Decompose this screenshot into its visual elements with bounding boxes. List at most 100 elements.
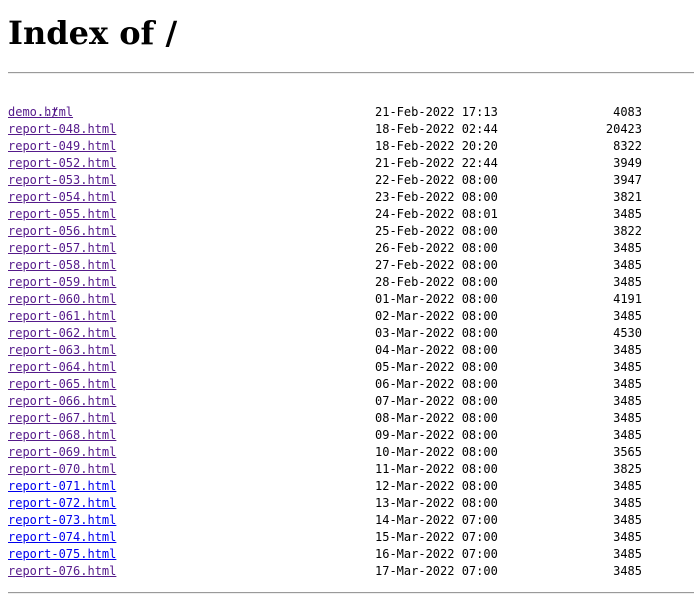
file-row: report-058.html 27-Feb-2022 08:00 3485 — [8, 257, 694, 274]
file-size: 3485 — [613, 309, 642, 323]
file-row: report-072.html 13-Mar-2022 08:00 3485 — [8, 495, 694, 512]
file-date: 16-Mar-2022 07:00 — [375, 547, 498, 561]
file-date: 04-Mar-2022 08:00 — [375, 343, 498, 357]
file-row: demo.html 21-Feb-2022 17:13 4083 — [8, 104, 694, 121]
file-link[interactable]: report-060.html — [8, 292, 116, 306]
file-link[interactable]: report-061.html — [8, 309, 116, 323]
file-row: report-053.html 22-Feb-2022 08:00 3947 — [8, 172, 694, 189]
file-link[interactable]: report-075.html — [8, 547, 116, 561]
file-link[interactable]: report-059.html — [8, 275, 116, 289]
file-date: 14-Mar-2022 07:00 — [375, 513, 498, 527]
file-size: 3485 — [613, 496, 642, 510]
file-date: 23-Feb-2022 08:00 — [375, 190, 498, 204]
file-size: 3485 — [613, 360, 642, 374]
file-row: report-070.html 11-Mar-2022 08:00 3825 — [8, 461, 694, 478]
file-size: 3822 — [613, 224, 642, 238]
file-date: 10-Mar-2022 08:00 — [375, 445, 498, 459]
file-date: 25-Feb-2022 08:00 — [375, 224, 498, 238]
file-link[interactable]: report-074.html — [8, 530, 116, 544]
file-link[interactable]: report-055.html — [8, 207, 116, 221]
file-date: 21-Feb-2022 17:13 — [375, 105, 498, 119]
file-date: 26-Feb-2022 08:00 — [375, 241, 498, 255]
file-row: report-057.html 26-Feb-2022 08:00 3485 — [8, 240, 694, 257]
file-link[interactable]: report-066.html — [8, 394, 116, 408]
file-row: report-061.html 02-Mar-2022 08:00 3485 — [8, 308, 694, 325]
file-size: 4530 — [613, 326, 642, 340]
file-row: report-063.html 04-Mar-2022 08:00 3485 — [8, 342, 694, 359]
file-link[interactable]: report-068.html — [8, 428, 116, 442]
file-link[interactable]: demo.html — [8, 105, 73, 119]
file-date: 24-Feb-2022 08:01 — [375, 207, 498, 221]
file-date: 11-Mar-2022 08:00 — [375, 462, 498, 476]
page-title: Index of / — [8, 14, 178, 52]
file-date: 18-Feb-2022 02:44 — [375, 122, 498, 136]
file-link[interactable]: report-070.html — [8, 462, 116, 476]
file-size: 3485 — [613, 428, 642, 442]
file-size: 3485 — [613, 275, 642, 289]
file-link[interactable]: report-057.html — [8, 241, 116, 255]
file-link[interactable]: report-048.html — [8, 122, 116, 136]
file-size: 3485 — [613, 547, 642, 561]
file-size: 3485 — [613, 564, 642, 578]
divider-bottom — [8, 592, 694, 594]
file-size: 3485 — [613, 530, 642, 544]
file-row: report-065.html 06-Mar-2022 08:00 3485 — [8, 376, 694, 393]
file-size: 3821 — [613, 190, 642, 204]
file-row: report-064.html 05-Mar-2022 08:00 3485 — [8, 359, 694, 376]
file-rows: demo.html 21-Feb-2022 17:13 4083 report-048… — [8, 104, 694, 580]
file-row: report-060.html 01-Mar-2022 08:00 4191 — [8, 291, 694, 308]
file-link[interactable]: report-073.html — [8, 513, 116, 527]
file-link[interactable]: report-069.html — [8, 445, 116, 459]
file-row: report-062.html 03-Mar-2022 08:00 4530 — [8, 325, 694, 342]
file-size: 3485 — [613, 411, 642, 425]
file-date: 05-Mar-2022 08:00 — [375, 360, 498, 374]
file-link[interactable]: report-058.html — [8, 258, 116, 272]
file-row: report-073.html 14-Mar-2022 07:00 3485 — [8, 512, 694, 529]
file-row: report-048.html 18-Feb-2022 02:44 20423 — [8, 121, 694, 138]
file-size: 3485 — [613, 394, 642, 408]
file-row: report-052.html 21-Feb-2022 22:44 3949 — [8, 155, 694, 172]
file-size: 3825 — [613, 462, 642, 476]
file-size: 20423 — [605, 122, 642, 136]
file-link[interactable]: report-065.html — [8, 377, 116, 391]
file-link[interactable]: report-071.html — [8, 479, 116, 493]
file-size: 3485 — [613, 207, 642, 221]
file-size: 3485 — [613, 513, 642, 527]
file-link[interactable]: report-062.html — [8, 326, 116, 340]
file-link[interactable]: report-076.html — [8, 564, 116, 578]
file-date: 22-Feb-2022 08:00 — [375, 173, 498, 187]
file-date: 09-Mar-2022 08:00 — [375, 428, 498, 442]
file-link[interactable]: report-053.html — [8, 173, 116, 187]
file-size: 3947 — [613, 173, 642, 187]
file-size: 8322 — [613, 139, 642, 153]
file-link[interactable]: report-064.html — [8, 360, 116, 374]
file-date: 13-Mar-2022 08:00 — [375, 496, 498, 510]
file-row: report-055.html 24-Feb-2022 08:01 3485 — [8, 206, 694, 223]
file-row: report-075.html 16-Mar-2022 07:00 3485 — [8, 546, 694, 563]
file-link[interactable]: report-067.html — [8, 411, 116, 425]
file-size: 3485 — [613, 258, 642, 272]
file-link[interactable]: report-049.html — [8, 139, 116, 153]
file-row: report-069.html 10-Mar-2022 08:00 3565 — [8, 444, 694, 461]
file-link[interactable]: report-056.html — [8, 224, 116, 238]
file-link[interactable]: report-054.html — [8, 190, 116, 204]
file-date: 15-Mar-2022 07:00 — [375, 530, 498, 544]
file-row: report-066.html 07-Mar-2022 08:00 3485 — [8, 393, 694, 410]
file-size: 3485 — [613, 343, 642, 357]
file-row: report-071.html 12-Mar-2022 08:00 3485 — [8, 478, 694, 495]
file-size: 3565 — [613, 445, 642, 459]
file-date: 01-Mar-2022 08:00 — [375, 292, 498, 306]
file-listing: ../ demo.html 21-Feb-2022 17:13 4083 report… — [8, 87, 694, 580]
file-link[interactable]: report-052.html — [8, 156, 116, 170]
file-link[interactable]: report-063.html — [8, 343, 116, 357]
file-row: report-059.html 28-Feb-2022 08:00 3485 — [8, 274, 694, 291]
file-link[interactable]: report-072.html — [8, 496, 116, 510]
file-date: 03-Mar-2022 08:00 — [375, 326, 498, 340]
file-size: 4083 — [613, 105, 642, 119]
file-row: report-067.html 08-Mar-2022 08:00 3485 — [8, 410, 694, 427]
file-row: report-054.html 23-Feb-2022 08:00 3821 — [8, 189, 694, 206]
file-row: report-049.html 18-Feb-2022 20:20 8322 — [8, 138, 694, 155]
file-row: report-076.html 17-Mar-2022 07:00 3485 — [8, 563, 694, 580]
file-date: 21-Feb-2022 22:44 — [375, 156, 498, 170]
file-row: report-074.html 15-Mar-2022 07:00 3485 — [8, 529, 694, 546]
